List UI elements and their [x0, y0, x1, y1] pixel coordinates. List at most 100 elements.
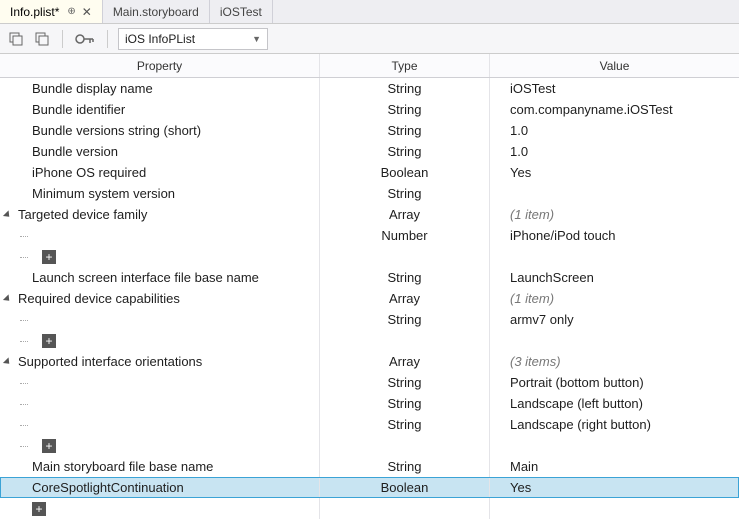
type-cell[interactable]: Array [320, 351, 490, 372]
property-cell[interactable]: Minimum system version [0, 183, 320, 204]
header-property[interactable]: Property [0, 54, 320, 77]
plist-type-select[interactable]: iOS InfoPList ▼ [118, 28, 268, 50]
property-cell[interactable]: Bundle identifier [0, 99, 320, 120]
tab-info-plist[interactable]: Info.plist* ⊕ ✕ [0, 0, 103, 23]
property-row[interactable]: Targeted device familyArray(1 item) [0, 204, 739, 225]
property-row[interactable]: Required device capabilitiesArray(1 item… [0, 288, 739, 309]
property-cell[interactable] [0, 414, 320, 435]
value-cell[interactable]: (1 item) [490, 288, 739, 309]
header-value[interactable]: Value [490, 54, 739, 77]
property-row[interactable]: StringLandscape (left button) [0, 393, 739, 414]
property-row[interactable]: Launch screen interface file base nameSt… [0, 267, 739, 288]
value-cell[interactable]: Portrait (bottom button) [490, 372, 739, 393]
type-cell[interactable]: String [320, 183, 490, 204]
property-cell[interactable]: + [0, 330, 320, 351]
property-row[interactable]: CoreSpotlightContinuationBooleanYes [0, 477, 739, 498]
type-cell[interactable] [320, 498, 490, 519]
property-cell[interactable] [0, 225, 320, 246]
type-cell[interactable]: Boolean [320, 162, 490, 183]
value-cell[interactable]: Landscape (left button) [490, 393, 739, 414]
property-row[interactable]: Stringarmv7 only [0, 309, 739, 330]
property-cell[interactable]: + [0, 498, 320, 519]
add-row[interactable]: + [0, 498, 739, 519]
add-button[interactable]: + [32, 502, 46, 516]
value-cell[interactable] [490, 183, 739, 204]
add-button[interactable]: + [42, 334, 56, 348]
type-cell[interactable] [320, 246, 490, 267]
tab-main-storyboard[interactable]: Main.storyboard [103, 0, 210, 23]
type-cell[interactable] [320, 435, 490, 456]
pin-icon[interactable]: ⊕ [67, 6, 75, 17]
value-cell[interactable]: iPhone/iPod touch [490, 225, 739, 246]
type-cell[interactable]: Number [320, 225, 490, 246]
property-row[interactable]: Bundle versions string (short)String1.0 [0, 120, 739, 141]
type-cell[interactable]: Array [320, 204, 490, 225]
add-row[interactable]: + [0, 246, 739, 267]
property-cell[interactable]: Bundle versions string (short) [0, 120, 320, 141]
property-row[interactable]: Main storyboard file base nameStringMain [0, 456, 739, 477]
expand-toggle-icon[interactable] [2, 294, 11, 303]
collapse-all-icon[interactable] [32, 29, 52, 49]
type-cell[interactable]: String [320, 141, 490, 162]
type-cell[interactable]: String [320, 414, 490, 435]
value-cell[interactable]: com.companyname.iOSTest [490, 99, 739, 120]
property-cell[interactable]: Targeted device family [0, 204, 320, 225]
value-cell[interactable] [490, 246, 739, 267]
value-cell[interactable]: Yes [490, 477, 739, 498]
value-cell[interactable] [490, 330, 739, 351]
type-cell[interactable]: String [320, 372, 490, 393]
property-row[interactable]: StringLandscape (right button) [0, 414, 739, 435]
value-cell[interactable]: Main [490, 456, 739, 477]
property-cell[interactable]: Required device capabilities [0, 288, 320, 309]
property-row[interactable]: Bundle display nameStringiOSTest [0, 78, 739, 99]
property-cell[interactable] [0, 309, 320, 330]
property-cell[interactable] [0, 393, 320, 414]
value-cell[interactable]: iOSTest [490, 78, 739, 99]
property-row[interactable]: Bundle identifierStringcom.companyname.i… [0, 99, 739, 120]
property-row[interactable]: iPhone OS requiredBooleanYes [0, 162, 739, 183]
property-cell[interactable] [0, 372, 320, 393]
expand-all-icon[interactable] [6, 29, 26, 49]
expand-toggle-icon[interactable] [2, 210, 11, 219]
value-cell[interactable]: LaunchScreen [490, 267, 739, 288]
property-cell[interactable]: Launch screen interface file base name [0, 267, 320, 288]
property-row[interactable]: NumberiPhone/iPod touch [0, 225, 739, 246]
type-cell[interactable]: Boolean [320, 477, 490, 498]
property-row[interactable]: StringPortrait (bottom button) [0, 372, 739, 393]
header-type[interactable]: Type [320, 54, 490, 77]
tab-iostest[interactable]: iOSTest [210, 0, 273, 23]
add-button[interactable]: + [42, 250, 56, 264]
value-cell[interactable] [490, 435, 739, 456]
close-icon[interactable]: ✕ [82, 5, 92, 19]
property-row[interactable]: Supported interface orientationsArray(3 … [0, 351, 739, 372]
value-cell[interactable]: Yes [490, 162, 739, 183]
type-cell[interactable] [320, 330, 490, 351]
type-cell[interactable]: String [320, 120, 490, 141]
value-cell[interactable]: Landscape (right button) [490, 414, 739, 435]
property-cell[interactable]: Bundle display name [0, 78, 320, 99]
type-cell[interactable]: String [320, 267, 490, 288]
type-cell[interactable]: String [320, 99, 490, 120]
value-cell[interactable]: (1 item) [490, 204, 739, 225]
property-cell[interactable]: Supported interface orientations [0, 351, 320, 372]
add-button[interactable]: + [42, 439, 56, 453]
property-cell[interactable]: + [0, 246, 320, 267]
value-cell[interactable]: armv7 only [490, 309, 739, 330]
type-cell[interactable]: String [320, 393, 490, 414]
property-cell[interactable]: Main storyboard file base name [0, 456, 320, 477]
value-cell[interactable]: 1.0 [490, 120, 739, 141]
property-cell[interactable]: iPhone OS required [0, 162, 320, 183]
type-cell[interactable]: Array [320, 288, 490, 309]
type-cell[interactable]: String [320, 456, 490, 477]
property-row[interactable]: Bundle versionString1.0 [0, 141, 739, 162]
value-cell[interactable]: (3 items) [490, 351, 739, 372]
type-cell[interactable]: String [320, 78, 490, 99]
property-cell[interactable]: Bundle version [0, 141, 320, 162]
add-row[interactable]: + [0, 330, 739, 351]
key-icon[interactable] [73, 29, 97, 49]
add-row[interactable]: + [0, 435, 739, 456]
property-cell[interactable]: + [0, 435, 320, 456]
value-cell[interactable]: 1.0 [490, 141, 739, 162]
type-cell[interactable]: String [320, 309, 490, 330]
property-cell[interactable]: CoreSpotlightContinuation [0, 477, 320, 498]
